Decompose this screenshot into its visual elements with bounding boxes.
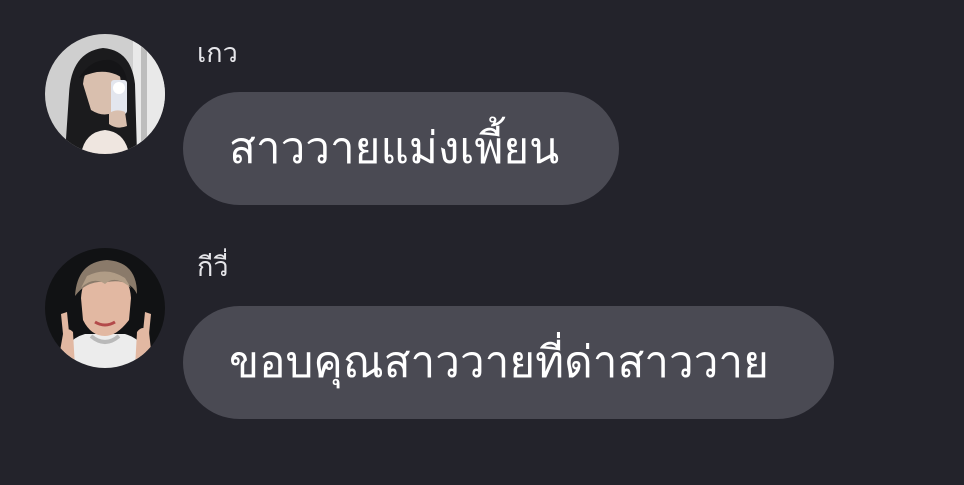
avatar[interactable] bbox=[45, 34, 165, 154]
message-bubble[interactable]: ขอบคุณสาววายที่ด่าสาววาย bbox=[183, 306, 834, 419]
message-bubble[interactable]: สาววายแม่งเพี้ยน bbox=[183, 92, 619, 205]
sender-name: กีวี่ bbox=[197, 252, 229, 283]
avatar[interactable] bbox=[45, 248, 165, 368]
chat-thread: เกว สาววายแม่งเพี้ยน กีวี่ ขอบคุณสาววายท… bbox=[0, 0, 964, 485]
avatar-photo-icon bbox=[45, 248, 165, 368]
sender-name: เกว bbox=[197, 38, 238, 69]
avatar-photo-icon bbox=[45, 34, 165, 154]
